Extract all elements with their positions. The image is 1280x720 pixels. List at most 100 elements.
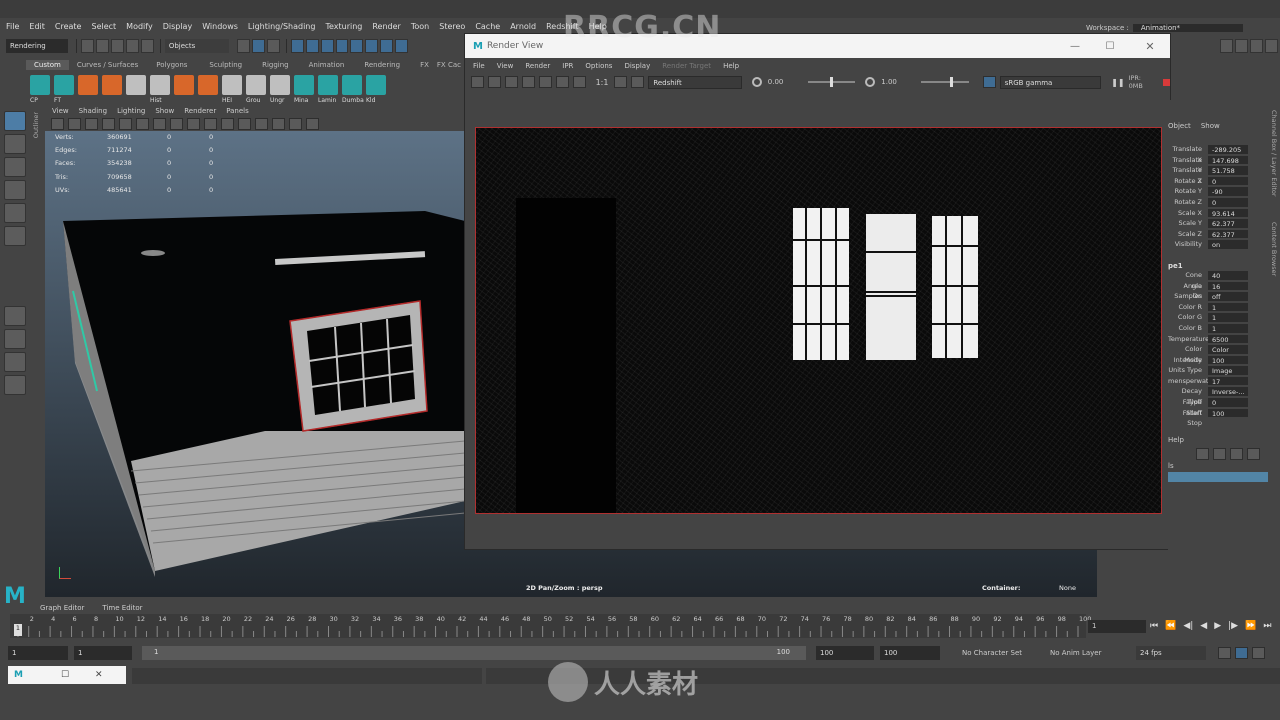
isolate-select-icon[interactable] xyxy=(255,118,268,130)
current-frame-marker[interactable]: 1 xyxy=(14,624,22,636)
safe-action-icon[interactable] xyxy=(153,118,166,130)
attr-scale-x[interactable]: Scale X 93.614 xyxy=(1168,208,1268,219)
redo-icon[interactable] xyxy=(141,39,154,53)
attr-lumens-per-watt[interactable]: mensperwatt 17 xyxy=(1168,376,1268,387)
snap-point-icon[interactable] xyxy=(1250,39,1264,53)
content-browser-side-tab[interactable]: Content Browser xyxy=(1270,222,1278,276)
attr-translate-y[interactable]: Translate Y 147.698 xyxy=(1168,155,1268,174)
minimized-window[interactable]: M ☐ ✕ xyxy=(8,666,126,684)
menu-lighting-shading[interactable]: Lighting/Shading xyxy=(248,22,316,31)
attr-value[interactable]: 0 xyxy=(1208,197,1248,207)
gamma-slider-handle[interactable] xyxy=(949,77,953,87)
layer-settings-icon[interactable] xyxy=(1247,448,1260,461)
attr-value[interactable]: 93.614 xyxy=(1208,208,1248,218)
attr-visibility[interactable]: Visibility on xyxy=(1168,239,1268,250)
menu-stereo[interactable]: Stereo xyxy=(439,22,465,31)
attr-color-b[interactable]: Color B 1 xyxy=(1168,323,1268,334)
select-dynamics-icon[interactable] xyxy=(365,39,379,53)
attr-value[interactable]: 0 xyxy=(1208,398,1248,407)
attr-value[interactable]: 51.758 xyxy=(1208,166,1248,175)
shelf-tab-sculpting[interactable]: Sculpting xyxy=(209,61,242,69)
attr-color-r[interactable]: Color R 1 xyxy=(1168,302,1268,313)
attr-on[interactable]: On off xyxy=(1168,291,1268,302)
shelf-button-mina[interactable]: Mina xyxy=(294,75,314,104)
textured-icon[interactable] xyxy=(204,118,217,130)
menu-toon[interactable]: Toon xyxy=(411,22,429,31)
attr-value[interactable]: 147.698 xyxy=(1208,155,1248,165)
shelf-button-ungr[interactable]: Ungr xyxy=(270,75,290,104)
fps-dropdown[interactable]: 24 fps xyxy=(1136,646,1206,660)
object-mode-icon[interactable] xyxy=(251,39,265,53)
step-back-key-icon[interactable]: ⏪ xyxy=(1165,621,1176,631)
start-time-field[interactable]: 1 xyxy=(8,646,68,660)
attr-value[interactable]: Color xyxy=(1208,345,1248,354)
gamma-slider[interactable] xyxy=(921,77,969,87)
select-tool-icon[interactable] xyxy=(4,111,26,131)
ipr-render-icon[interactable] xyxy=(521,76,535,88)
remove-image-icon[interactable] xyxy=(631,76,645,88)
shadows-icon[interactable] xyxy=(238,118,251,130)
shelf-button-dumba[interactable]: Dumba xyxy=(342,75,364,104)
rv-menu-options[interactable]: Options xyxy=(585,62,612,70)
attr-units-type[interactable]: Units Type Image xyxy=(1168,365,1268,376)
viewport-menu-show[interactable]: Show xyxy=(155,107,174,115)
channel-box-menu-show[interactable]: Show xyxy=(1201,122,1220,130)
tab-graph-editor[interactable]: Graph Editor xyxy=(40,604,84,612)
select-deformations-icon[interactable] xyxy=(350,39,364,53)
attr-area-samples[interactable]: rea Samples 16 xyxy=(1168,281,1268,300)
layer-options-icon[interactable] xyxy=(1196,448,1209,461)
snapshot-icon[interactable] xyxy=(504,76,518,88)
close-icon[interactable]: ✕ xyxy=(95,670,103,680)
rv-menu-file[interactable]: File xyxy=(473,62,485,70)
menu-set-dropdown[interactable]: Rendering xyxy=(6,39,69,53)
shelf-button-hei[interactable]: HEI xyxy=(222,75,242,104)
workspace-value[interactable]: Animation* xyxy=(1132,24,1243,32)
minimize-icon[interactable]: — xyxy=(1060,41,1090,52)
wireframe-icon[interactable] xyxy=(170,118,183,130)
redo-render-icon[interactable] xyxy=(471,76,484,88)
alpha-channel-icon[interactable] xyxy=(572,76,586,88)
select-misc-icon[interactable] xyxy=(395,39,409,53)
menu-display[interactable]: Display xyxy=(163,22,193,31)
attr-cone-angle[interactable]: Cone Angle 40 xyxy=(1168,270,1268,290)
step-forward-key-icon[interactable]: ⏩ xyxy=(1245,621,1256,631)
viewport-menu-view[interactable]: View xyxy=(52,107,69,115)
range-slider[interactable]: 1 100 xyxy=(142,646,806,660)
snap-grid-icon[interactable] xyxy=(1220,39,1234,53)
menu-file[interactable]: File xyxy=(6,22,19,31)
menu-edit[interactable]: Edit xyxy=(29,22,45,31)
go-to-end-icon[interactable]: ⏭ xyxy=(1263,621,1271,631)
rotate-tool-icon[interactable] xyxy=(4,203,26,223)
stop-ipr-icon[interactable] xyxy=(1163,78,1171,86)
gamma-icon[interactable] xyxy=(306,118,319,130)
two-view-layout-icon[interactable] xyxy=(4,352,26,372)
shelf-tab-fx[interactable]: FX xyxy=(420,61,429,69)
render-view-window[interactable]: M Render View — ☐ ✕ File View Render IPR… xyxy=(464,33,1171,550)
attr-color-g[interactable]: Color G 1 xyxy=(1168,312,1268,323)
attr-scale-z[interactable]: Scale Z 62.377 xyxy=(1168,229,1268,240)
exposure-slider-handle[interactable] xyxy=(829,77,833,87)
shelf-button-kld[interactable]: Kld xyxy=(366,75,386,104)
end-time-field[interactable]: 100 xyxy=(880,646,940,660)
gamma-value[interactable]: 1.00 xyxy=(881,78,921,86)
exposure-icon[interactable] xyxy=(751,77,762,87)
play-forward-icon[interactable]: ▶ xyxy=(1214,621,1221,631)
attr-rotate-y[interactable]: Rotate Y -90 xyxy=(1168,186,1268,197)
attr-value[interactable]: 40 xyxy=(1208,270,1248,280)
viewport-menu-shading[interactable]: Shading xyxy=(79,107,107,115)
new-scene-icon[interactable] xyxy=(81,39,95,53)
bookmark-icon[interactable] xyxy=(68,118,81,130)
shelf-tab-custom[interactable]: Custom xyxy=(26,60,69,70)
single-view-layout-icon[interactable] xyxy=(4,306,26,326)
film-gate-icon[interactable] xyxy=(119,118,132,130)
attr-falloff-stop[interactable]: Falloff Stop 100 xyxy=(1168,408,1268,427)
shelf-tab-polygons[interactable]: Polygons xyxy=(156,61,187,69)
new-selected-layer-icon[interactable] xyxy=(1230,448,1243,461)
menu-cache[interactable]: Cache xyxy=(475,22,500,31)
attr-value[interactable]: 17 xyxy=(1208,376,1248,386)
attr-value[interactable]: -289.205 xyxy=(1208,145,1248,154)
select-rendering-icon[interactable] xyxy=(380,39,394,53)
playback-start-field[interactable]: 1 xyxy=(74,646,132,660)
attr-falloff-start[interactable]: Falloff Start 0 xyxy=(1168,397,1268,417)
attr-intensity[interactable]: Intensity 100 xyxy=(1168,355,1268,366)
